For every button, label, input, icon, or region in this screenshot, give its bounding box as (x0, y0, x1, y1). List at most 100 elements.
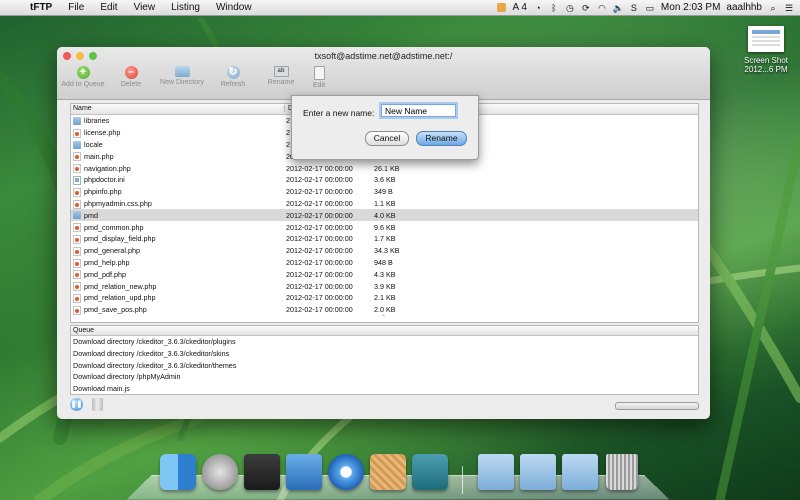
desktop-file-screenshot[interactable]: Screen Shot 2012...6 PM (738, 26, 794, 74)
file-size: 1.7 KB (374, 234, 396, 244)
trash-can-icon[interactable] (606, 454, 638, 490)
php-file-icon (73, 270, 81, 280)
split-resize-handle[interactable]: ⌃ (381, 314, 386, 321)
file-date: 2012-02-17 00:00:00 (286, 246, 353, 256)
volume-icon[interactable]: 🔈 (613, 3, 624, 13)
file-row[interactable]: pmd_general.php 2012-02-17 00:00:00 34.3 K… (71, 245, 698, 257)
file-size: 4.0 KB (374, 210, 396, 220)
photo-booth-icon[interactable] (244, 454, 280, 490)
rename-sheet: Enter a new name: Cancel Rename (291, 95, 479, 160)
php-file-icon (73, 258, 81, 268)
php-file-icon (73, 234, 81, 244)
menu-clock[interactable]: Mon 2:03 PM (661, 2, 720, 13)
file-row[interactable]: pmd_relation_upd.php 2012-02-17 00:00:00 2… (71, 292, 698, 304)
gauge-icon[interactable]: ◔ (533, 3, 543, 13)
folder-icon (73, 117, 81, 125)
new-directory-button[interactable]: New Directory (157, 66, 207, 89)
rename-confirm-button[interactable]: Rename (416, 131, 467, 146)
file-name: pmd_common.php (84, 222, 144, 232)
spotlight-icon[interactable]: ⌕ (768, 3, 778, 13)
dock-separator (462, 466, 463, 494)
folder-icon (73, 140, 81, 149)
menu-edit[interactable]: Edit (92, 2, 125, 13)
file-date: 2012-02-17 00:00:00 (286, 281, 353, 291)
file-row[interactable]: phpdoctor.ini 2012-02-17 00:00:00 3.6 KB (71, 174, 698, 186)
new-folder-icon (174, 66, 190, 77)
file-name: pmd_help.php (84, 257, 130, 267)
menu-view[interactable]: View (126, 2, 164, 13)
input-menu-indicator[interactable]: A 4 (512, 2, 526, 13)
file-row[interactable]: pmd_common.php 2012-02-17 00:00:00 9.6 KB (71, 221, 698, 233)
window-titlebar[interactable]: txsoft@adstime.net@adstime.net:/ + Add t… (57, 47, 710, 100)
file-date: 2 (286, 139, 290, 149)
php-file-icon (73, 199, 81, 209)
wifi-icon[interactable]: ◠ (597, 3, 607, 13)
app-icon[interactable] (412, 454, 448, 490)
refresh-button[interactable]: ↻ Refresh (211, 66, 255, 89)
file-name: pmd_pdf.php (84, 269, 126, 279)
battery-icon[interactable]: ▭ (645, 3, 655, 13)
downloads-folder-icon[interactable] (562, 454, 598, 490)
file-name: pmd_general.php (84, 246, 140, 256)
ini-file-icon (73, 175, 81, 185)
file-row[interactable]: navigation.php 2012-02-17 00:00:00 26.1 KB (71, 162, 698, 174)
rename-icon: ab (273, 66, 289, 77)
column-name-header[interactable]: Name (73, 105, 92, 112)
file-size: 2.1 KB (374, 293, 396, 303)
documents-folder-icon[interactable] (520, 454, 556, 490)
desktop-file-label-1: Screen Shot (743, 56, 789, 65)
file-row[interactable]: pmd_help.php 2012-02-17 00:00:00 948 B (71, 257, 698, 269)
rename-button[interactable]: ab Rename (259, 66, 303, 89)
tftp-app-icon[interactable] (370, 454, 406, 490)
menu-extra-icon[interactable] (497, 3, 507, 12)
file-name: pmd_relation_new.php (84, 281, 157, 291)
queue-item[interactable]: Download directory /phpMyAdmin (71, 371, 698, 383)
safari-icon[interactable] (328, 454, 364, 490)
queue-panel: Queue Download directory /ckeditor_3.6.3… (70, 325, 699, 395)
new-directory-label: New Directory (160, 79, 204, 86)
notification-center-icon[interactable]: ☰ (784, 3, 794, 13)
php-file-icon (73, 128, 81, 138)
queue-item[interactable]: Download directory /ckeditor_3.6.3/ckedi… (71, 360, 698, 372)
edit-button[interactable]: Edit (307, 66, 331, 89)
file-date: 2012-02-17 00:00:00 (286, 175, 353, 185)
file-row[interactable]: pmd 2012-02-17 00:00:00 4.0 KB (71, 209, 698, 222)
menu-app-name[interactable]: tFTP (22, 2, 60, 13)
window-title: txsoft@adstime.net@adstime.net:/ (314, 51, 453, 61)
bluetooth-icon[interactable]: ᛒ (549, 3, 559, 13)
pause-queue-button[interactable]: ❚❚ (70, 398, 83, 411)
finder-icon[interactable] (160, 454, 196, 490)
menu-listing[interactable]: Listing (163, 2, 208, 13)
file-name: libraries (84, 116, 110, 126)
php-file-icon (73, 152, 81, 162)
add-to-queue-label: Add to Queue (61, 81, 105, 88)
file-date: 2 (286, 116, 290, 126)
desktop-file-label-2: 2012...6 PM (744, 65, 788, 74)
cancel-button[interactable]: Cancel (365, 131, 409, 146)
applications-folder-icon[interactable] (478, 454, 514, 490)
file-row[interactable]: pmd_pdf.php 2012-02-17 00:00:00 4.3 KB (71, 268, 698, 280)
time-machine-icon[interactable]: ◷ (565, 3, 575, 13)
queue-item[interactable]: Download main.js (71, 383, 698, 395)
xcode-icon[interactable] (286, 454, 322, 490)
php-file-icon (73, 305, 81, 315)
file-size: 3.9 KB (374, 281, 396, 291)
delete-button[interactable]: – Delete (109, 66, 153, 89)
queue-item[interactable]: Download directory /ckeditor_3.6.3/ckedi… (71, 348, 698, 360)
file-row[interactable]: phpinfo.php 2012-02-17 00:00:00 349 B (71, 186, 698, 198)
queue-item[interactable]: Download directory /ckeditor_3.6.3/ckedi… (71, 336, 698, 348)
menu-file[interactable]: File (60, 2, 92, 13)
menu-user[interactable]: aaalhhb (726, 2, 762, 13)
trash-icon[interactable] (92, 398, 103, 411)
launchpad-icon[interactable] (202, 454, 238, 490)
file-date: 2012-02-17 00:00:00 (286, 210, 353, 220)
sync-icon[interactable]: ⟳ (581, 3, 591, 13)
file-row[interactable]: phpmyadmin.css.php 2012-02-17 00:00:00 1.1… (71, 198, 698, 210)
php-file-icon (73, 164, 81, 174)
add-to-queue-button[interactable]: + Add to Queue (61, 66, 105, 89)
menu-window[interactable]: Window (208, 2, 260, 13)
file-row[interactable]: pmd_relation_new.php 2012-02-17 00:00:00 3… (71, 280, 698, 292)
new-name-input[interactable] (381, 104, 456, 117)
skype-icon[interactable]: S (629, 3, 639, 13)
file-row[interactable]: pmd_display_field.php 2012-02-17 00:00:00… (71, 233, 698, 245)
